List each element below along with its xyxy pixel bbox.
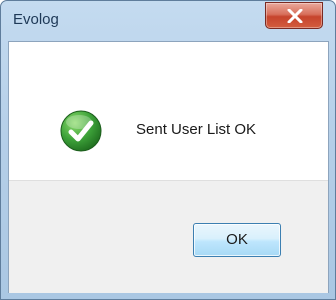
success-checkmark-icon <box>60 110 102 152</box>
dialog-client-area: Sent User List OK OK <box>8 41 329 293</box>
dialog-window: Evolog Sent User List OK OK <box>0 0 336 300</box>
title-bar[interactable]: Evolog <box>1 1 335 41</box>
message-area: Sent User List OK <box>9 42 328 180</box>
ok-button[interactable]: OK <box>193 223 281 257</box>
window-title: Evolog <box>13 11 59 28</box>
close-icon <box>287 9 303 23</box>
close-button[interactable] <box>265 2 323 29</box>
button-bar: OK <box>9 180 328 293</box>
dialog-message: Sent User List OK <box>136 121 257 138</box>
